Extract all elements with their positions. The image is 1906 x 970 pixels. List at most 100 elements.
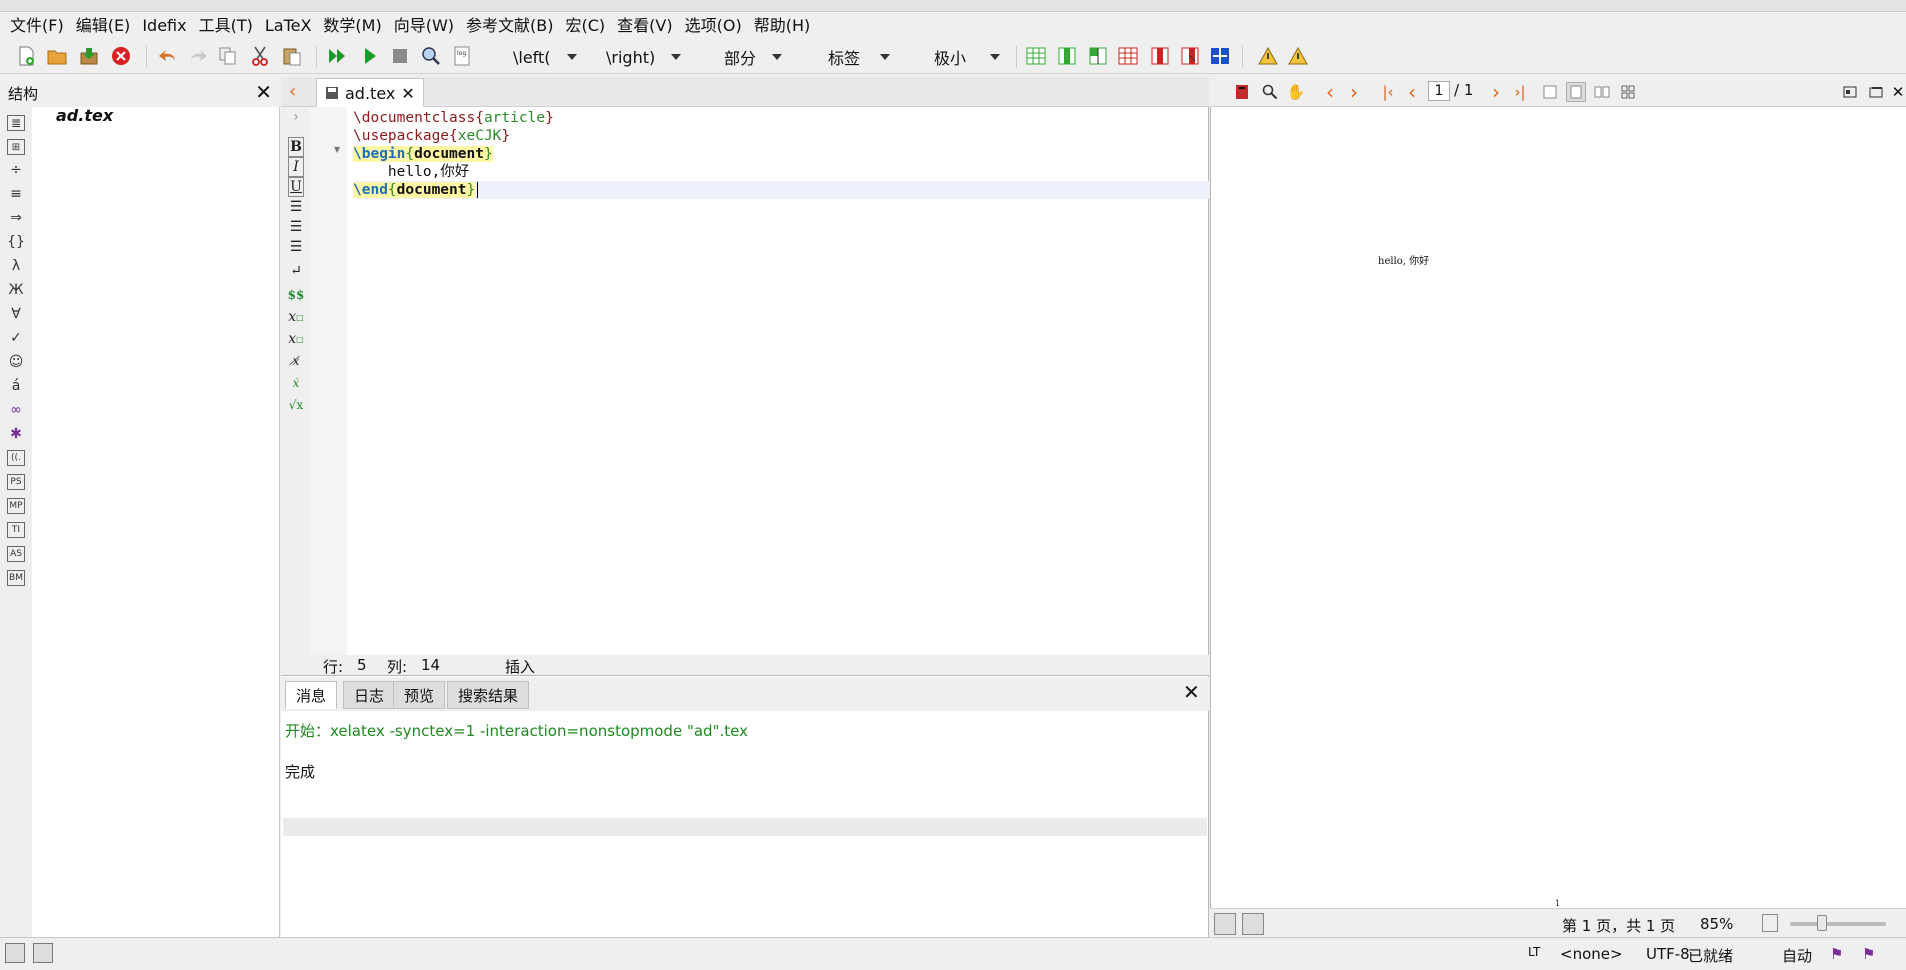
- delete-column-icon[interactable]: [1178, 44, 1202, 68]
- bold-icon[interactable]: B: [288, 137, 304, 157]
- next-page-icon[interactable]: ›: [1486, 80, 1506, 104]
- structure-view-icon[interactable]: ≣: [7, 115, 25, 131]
- sqrt-icon[interactable]: √x: [285, 395, 307, 415]
- close-icon[interactable]: ✕: [1888, 82, 1906, 102]
- operator-symbols-icon[interactable]: ≡: [6, 184, 26, 204]
- greek-letters-icon[interactable]: λ: [6, 256, 26, 276]
- superscript-icon[interactable]: x □: [285, 329, 307, 349]
- grid-view-icon[interactable]: [1618, 82, 1638, 102]
- misc-math-symbols-icon[interactable]: ∀: [6, 304, 26, 324]
- remove-column-icon[interactable]: [1148, 44, 1172, 68]
- dfrac-icon[interactable]: ẋ: [285, 373, 307, 393]
- pdf-viewer[interactable]: [1210, 77, 1906, 937]
- spellcheck-language[interactable]: <none>: [1560, 945, 1623, 963]
- bookmark-status-icon[interactable]: ⚑: [1862, 945, 1875, 963]
- user-symbols-icon[interactable]: ∞: [6, 400, 26, 420]
- last-page-icon[interactable]: ›|: [1510, 82, 1530, 102]
- copy-icon[interactable]: [216, 44, 240, 68]
- pdf-zoom-value[interactable]: 85%: [1700, 915, 1733, 933]
- left-right-icon[interactable]: ((.: [7, 450, 25, 466]
- menu-edit[interactable]: 编辑(E): [70, 12, 137, 40]
- tab-scroll-left-icon[interactable]: ‹: [289, 81, 296, 102]
- toggle-messages-icon[interactable]: [33, 943, 53, 963]
- menu-latex[interactable]: LaTeX: [259, 12, 318, 40]
- window-icon[interactable]: [1866, 82, 1886, 102]
- add-row-icon[interactable]: [1086, 44, 1110, 68]
- tab-preview[interactable]: 预览: [393, 681, 446, 709]
- add-column-icon[interactable]: [1055, 44, 1079, 68]
- encoding-selector[interactable]: UTF-8: [1646, 945, 1690, 963]
- previous-page-icon[interactable]: ‹: [1402, 80, 1422, 104]
- newline-icon[interactable]: ↵: [285, 261, 307, 281]
- redo-icon[interactable]: [186, 44, 210, 68]
- first-page-icon[interactable]: |‹: [1378, 82, 1398, 102]
- tikz-icon[interactable]: TI: [7, 522, 25, 538]
- bookmarks-icon[interactable]: ⊞: [7, 139, 25, 155]
- sync-lock-icon[interactable]: [1214, 913, 1236, 935]
- fold-marker-icon[interactable]: ▼: [334, 145, 340, 154]
- subscript-icon[interactable]: x □: [285, 307, 307, 327]
- view-pdf-icon[interactable]: [419, 44, 443, 68]
- label-combo[interactable]: 标签: [828, 45, 891, 69]
- delimiter-symbols-icon[interactable]: {}: [6, 232, 26, 252]
- zoom-slider[interactable]: [1790, 922, 1886, 926]
- languagetool-status[interactable]: LT: [1528, 945, 1540, 959]
- tab-messages[interactable]: 消息: [285, 681, 338, 709]
- menu-bibliography[interactable]: 参考文献(B): [460, 12, 559, 40]
- menu-wizards[interactable]: 向导(W): [388, 12, 460, 40]
- left-delimiter-combo[interactable]: \left(: [513, 45, 577, 69]
- back-icon[interactable]: ‹: [1320, 80, 1340, 104]
- compile-icon[interactable]: [358, 44, 382, 68]
- inline-math-icon[interactable]: $$: [285, 285, 307, 305]
- build-and-view-icon[interactable]: [326, 44, 350, 68]
- menu-idefix[interactable]: Idefix: [136, 12, 192, 40]
- menu-tools[interactable]: 工具(T): [193, 12, 259, 40]
- close-file-icon[interactable]: [109, 44, 133, 68]
- stop-icon[interactable]: [388, 44, 412, 68]
- structure-file-item[interactable]: ad.tex: [56, 106, 113, 125]
- open-file-icon[interactable]: [45, 44, 69, 68]
- close-icon[interactable]: ✕: [401, 84, 414, 103]
- save-file-icon[interactable]: [77, 44, 101, 68]
- font-size-combo[interactable]: 极小: [934, 45, 1001, 69]
- italic-icon[interactable]: I: [288, 157, 304, 177]
- next-warning-icon[interactable]: [1286, 44, 1310, 68]
- close-icon[interactable]: ✕: [255, 80, 272, 104]
- align-left-icon[interactable]: ☰: [285, 197, 307, 217]
- paste-icon[interactable]: [280, 44, 304, 68]
- menu-file[interactable]: 文件(F): [4, 12, 70, 40]
- code-editor[interactable]: \documentclass{article} \usepackage{xeCJ…: [347, 107, 1209, 655]
- new-file-icon[interactable]: [14, 44, 38, 68]
- section-combo[interactable]: 部分: [724, 45, 783, 69]
- facing-pages-icon[interactable]: [1592, 82, 1612, 102]
- tabular-icon[interactable]: [1024, 44, 1048, 68]
- view-log-icon[interactable]: log: [450, 44, 474, 68]
- align-right-icon[interactable]: ☰: [285, 237, 307, 257]
- relation-symbols-icon[interactable]: ÷: [6, 160, 26, 180]
- cyrillic-letters-icon[interactable]: Ж: [6, 280, 26, 300]
- toggle-structure-icon[interactable]: [5, 943, 25, 963]
- hand-tool-icon[interactable]: ✋: [1286, 82, 1306, 102]
- tab-log[interactable]: 日志: [343, 681, 396, 709]
- sync-follow-icon[interactable]: [1242, 913, 1264, 935]
- table-align-icon[interactable]: [1208, 44, 1232, 68]
- menu-help[interactable]: 帮助(H): [748, 12, 817, 40]
- tab-search-results[interactable]: 搜索结果: [447, 681, 530, 709]
- beamer-icon[interactable]: BM: [7, 570, 25, 586]
- fraction-icon[interactable]: x̸: [285, 351, 307, 371]
- accent-symbols-icon[interactable]: á: [6, 376, 26, 396]
- pdf-page-input[interactable]: 1: [1428, 81, 1450, 101]
- misc-text-symbols-icon[interactable]: ✓: [6, 328, 26, 348]
- menu-macros[interactable]: 宏(C): [560, 12, 612, 40]
- right-delimiter-combo[interactable]: \right): [606, 45, 682, 69]
- menu-view[interactable]: 查看(V): [611, 12, 678, 40]
- asymptote-icon[interactable]: AS: [7, 546, 25, 562]
- arrow-symbols-icon[interactable]: ⇒: [6, 208, 26, 228]
- zoom-out-icon[interactable]: [1762, 914, 1778, 932]
- wasy-symbols-icon[interactable]: ☺: [6, 352, 26, 372]
- forward-icon[interactable]: ›: [1344, 80, 1364, 104]
- search-icon[interactable]: [1260, 82, 1280, 102]
- menu-options[interactable]: 选项(O): [679, 12, 748, 40]
- close-icon[interactable]: ✕: [1183, 680, 1200, 704]
- remove-row-icon[interactable]: [1116, 44, 1140, 68]
